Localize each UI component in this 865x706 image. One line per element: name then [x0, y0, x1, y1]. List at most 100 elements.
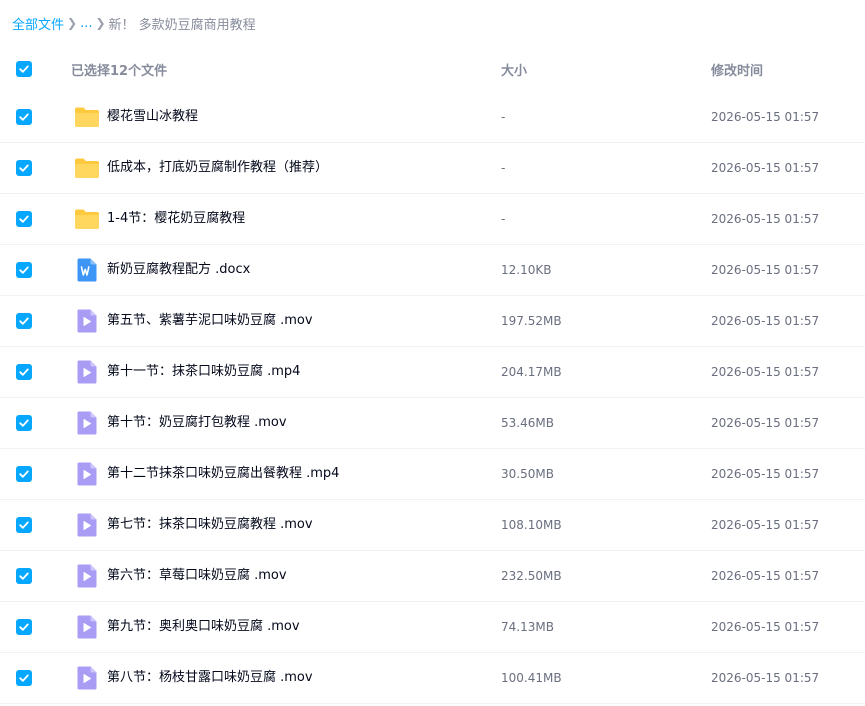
file-row[interactable]: 樱花雪山冰教程 - 2026-05-15 01:57 — [0, 92, 865, 143]
file-name[interactable]: 樱花雪山冰教程 — [107, 92, 198, 142]
checkmark-icon — [19, 266, 29, 274]
file-row[interactable]: 第八节：杨枝甘露口味奶豆腐 .mov 100.41MB 2026-05-15 01:… — [0, 653, 865, 704]
folder-icon — [75, 209, 99, 229]
file-size: - — [501, 161, 506, 175]
file-size: 53.46MB — [501, 416, 554, 430]
checkmark-icon — [19, 368, 29, 376]
select-all-checkbox[interactable] — [16, 61, 32, 77]
video-file-icon — [77, 411, 97, 435]
checkmark-icon — [19, 419, 29, 427]
file-type-icon — [74, 257, 100, 283]
file-type-icon — [74, 104, 100, 130]
column-header-modified-time[interactable]: 修改时间 — [711, 60, 763, 79]
file-row[interactable]: 第五节、紫薯芋泥口味奶豆腐 .mov 197.52MB 2026-05-15 01:… — [0, 296, 865, 347]
file-name[interactable]: 第十节：奶豆腐打包教程 .mov — [107, 398, 287, 448]
file-size: 30.50MB — [501, 467, 554, 481]
checkmark-icon — [19, 572, 29, 580]
checkmark-icon — [19, 674, 29, 682]
file-name[interactable]: 第十一节：抹茶口味奶豆腐 .mp4 — [107, 347, 300, 397]
video-file-icon — [77, 513, 97, 537]
file-size: 232.50MB — [501, 569, 562, 583]
file-name[interactable]: 第十二节抹茶口味奶豆腐出餐教程 .mp4 — [107, 449, 339, 499]
row-checkbox[interactable] — [16, 109, 32, 125]
file-row[interactable]: 第十节：奶豆腐打包教程 .mov 53.46MB 2026-05-15 01:57 — [0, 398, 865, 449]
file-type-icon — [74, 308, 100, 334]
file-size: 204.17MB — [501, 365, 562, 379]
row-checkbox[interactable] — [16, 517, 32, 533]
file-name[interactable]: 第八节：杨枝甘露口味奶豆腐 .mov — [107, 653, 313, 703]
file-name[interactable]: 第六节：草莓口味奶豆腐 .mov — [107, 551, 287, 601]
video-file-icon — [77, 462, 97, 486]
selected-count-label: 已选择12个文件 — [71, 63, 168, 79]
video-file-icon — [77, 666, 97, 690]
file-type-icon — [74, 206, 100, 232]
row-checkbox[interactable] — [16, 670, 32, 686]
file-modified-time: 2026-05-15 01:57 — [711, 569, 820, 583]
checkmark-icon — [19, 65, 29, 73]
file-type-icon — [74, 461, 100, 487]
video-file-icon — [77, 564, 97, 588]
row-checkbox[interactable] — [16, 313, 32, 329]
file-modified-time: 2026-05-15 01:57 — [711, 263, 820, 277]
row-checkbox[interactable] — [16, 364, 32, 380]
word-doc-icon — [77, 258, 97, 282]
file-type-icon — [74, 512, 100, 538]
file-row[interactable]: 第七节：抹茶口味奶豆腐教程 .mov 108.10MB 2026-05-15 01:… — [0, 500, 865, 551]
row-checkbox[interactable] — [16, 415, 32, 431]
video-file-icon — [77, 360, 97, 384]
file-size: 197.52MB — [501, 314, 562, 328]
checkmark-icon — [19, 317, 29, 325]
breadcrumb-ellipsis-link[interactable]: ... — [80, 16, 92, 31]
breadcrumb: 全部文件 ❯ ... ❯ 新！ 多款奶豆腐商用教程 — [12, 12, 256, 34]
checkmark-icon — [19, 113, 29, 121]
file-name[interactable]: 第五节、紫薯芋泥口味奶豆腐 .mov — [107, 296, 313, 346]
row-checkbox[interactable] — [16, 262, 32, 278]
file-row[interactable]: 1-4节：樱花奶豆腐教程 - 2026-05-15 01:57 — [0, 194, 865, 245]
file-modified-time: 2026-05-15 01:57 — [711, 365, 820, 379]
chevron-right-icon: ❯ — [95, 16, 106, 30]
row-checkbox[interactable] — [16, 619, 32, 635]
file-size: 12.10KB — [501, 263, 552, 277]
file-size: - — [501, 110, 506, 124]
row-checkbox[interactable] — [16, 160, 32, 176]
file-modified-time: 2026-05-15 01:57 — [711, 671, 820, 685]
file-modified-time: 2026-05-15 01:57 — [711, 620, 820, 634]
row-checkbox[interactable] — [16, 211, 32, 227]
checkmark-icon — [19, 521, 29, 529]
file-list-header: 已选择12个文件 大小 修改时间 — [0, 46, 865, 92]
file-type-icon — [74, 410, 100, 436]
file-modified-time: 2026-05-15 01:57 — [711, 314, 820, 328]
file-name[interactable]: 低成本，打底奶豆腐制作教程（推荐） — [107, 143, 328, 193]
file-size: 74.13MB — [501, 620, 554, 634]
file-row[interactable]: 低成本，打底奶豆腐制作教程（推荐） - 2026-05-15 01:57 — [0, 143, 865, 194]
file-type-icon — [74, 155, 100, 181]
file-modified-time: 2026-05-15 01:57 — [711, 416, 820, 430]
video-file-icon — [77, 309, 97, 333]
column-header-size[interactable]: 大小 — [501, 60, 527, 79]
file-type-icon — [74, 665, 100, 691]
file-modified-time: 2026-05-15 01:57 — [711, 161, 820, 175]
file-name[interactable]: 第七节：抹茶口味奶豆腐教程 .mov — [107, 500, 313, 550]
file-row[interactable]: 第六节：草莓口味奶豆腐 .mov 232.50MB 2026-05-15 01:57 — [0, 551, 865, 602]
folder-icon — [75, 107, 99, 127]
file-type-icon — [74, 614, 100, 640]
file-row[interactable]: 第十二节抹茶口味奶豆腐出餐教程 .mp4 30.50MB 2026-05-15 01… — [0, 449, 865, 500]
checkmark-icon — [19, 470, 29, 478]
file-modified-time: 2026-05-15 01:57 — [711, 518, 820, 532]
file-type-icon — [74, 563, 100, 589]
file-row[interactable]: 新奶豆腐教程配方 .docx 12.10KB 2026-05-15 01:57 — [0, 245, 865, 296]
file-name[interactable]: 1-4节：樱花奶豆腐教程 — [107, 194, 245, 244]
file-name[interactable]: 第九节：奥利奥口味奶豆腐 .mov — [107, 602, 300, 652]
row-checkbox[interactable] — [16, 568, 32, 584]
file-name[interactable]: 新奶豆腐教程配方 .docx — [107, 245, 250, 295]
checkmark-icon — [19, 623, 29, 631]
file-row[interactable]: 第九节：奥利奥口味奶豆腐 .mov 74.13MB 2026-05-15 01:57 — [0, 602, 865, 653]
breadcrumb-current-folder: 新！ 多款奶豆腐商用教程 — [108, 17, 256, 33]
file-row[interactable]: 第十一节：抹茶口味奶豆腐 .mp4 204.17MB 2026-05-15 01:5… — [0, 347, 865, 398]
chevron-right-icon: ❯ — [67, 16, 78, 30]
folder-icon — [75, 158, 99, 178]
file-size: 108.10MB — [501, 518, 562, 532]
breadcrumb-root-link[interactable]: 全部文件 — [12, 14, 64, 33]
row-checkbox[interactable] — [16, 466, 32, 482]
file-modified-time: 2026-05-15 01:57 — [711, 212, 820, 226]
